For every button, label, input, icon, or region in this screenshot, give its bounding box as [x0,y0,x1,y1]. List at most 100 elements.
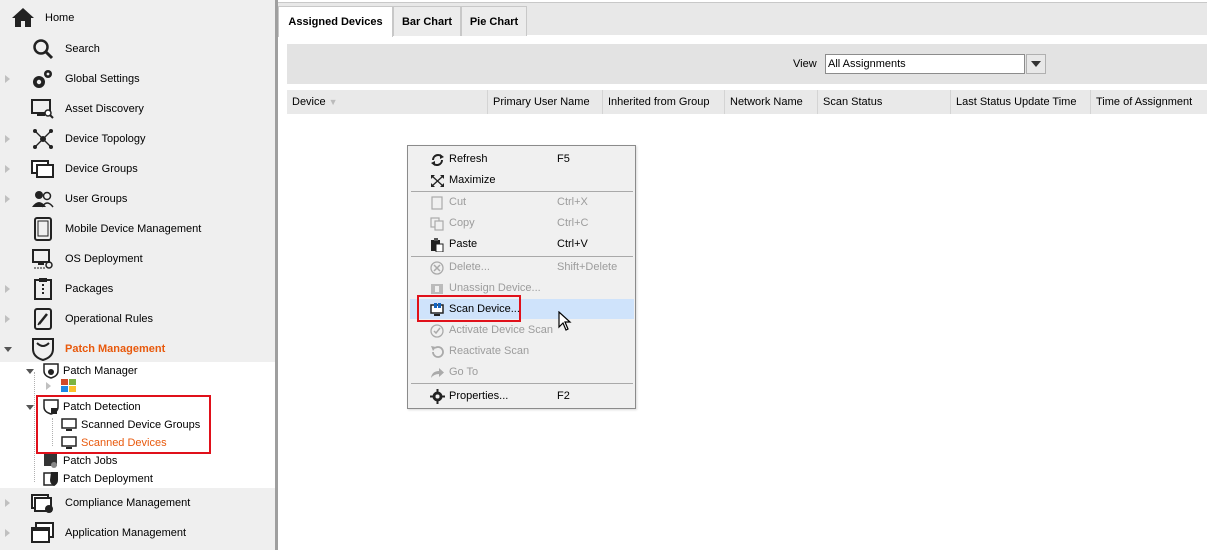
menu-item-label: Paste [449,238,478,250]
chevron-down-icon[interactable] [1026,54,1046,74]
collapse-icon[interactable] [26,405,34,410]
menu-item-properties[interactable]: Properties... F2 [410,386,634,406]
sidebar-item-user-groups[interactable]: User Groups [0,184,275,214]
navigation-sidebar: Home Search Global Settings Asset Discov… [0,0,278,550]
expand-icon[interactable] [5,499,10,507]
menu-item-label: Properties... [449,390,509,402]
column-header-scan-status[interactable]: Scan Status [818,90,951,114]
sidebar-item-asset-discovery[interactable]: Asset Discovery [0,94,275,124]
copy-icon [429,216,445,231]
menu-item-shortcut: F2 [557,390,570,402]
menu-item-activate-device-scan[interactable]: Activate Device Scan [410,320,634,340]
column-header-inherited-from-group[interactable]: Inherited from Group [603,90,725,114]
menu-item-reactivate-scan[interactable]: Reactivate Scan [410,341,634,361]
sidebar-home[interactable]: Home [0,0,275,34]
tab-assigned-devices[interactable]: Assigned Devices [278,6,393,37]
deploy-icon [31,248,55,270]
patch-deployment-icon [42,471,60,486]
menu-item-go-to[interactable]: Go To [410,362,634,382]
package-icon [31,278,55,300]
view-select[interactable]: All Assignments [825,54,1025,74]
mouse-cursor-icon [558,310,572,334]
goto-icon [429,365,445,380]
sidebar-item-label: Device Topology [65,133,146,145]
expand-icon[interactable] [46,382,51,390]
sidebar-item-patch-management[interactable]: Patch Management [0,334,275,362]
menu-item-label: Cut [449,196,467,208]
expand-icon[interactable] [5,135,10,143]
tab-pie-chart[interactable]: Pie Chart [461,6,527,36]
tab-bar: Assigned Devices Bar Chart Pie Chart [278,2,1207,37]
sidebar-item-os-deployment[interactable]: OS Deployment [0,244,275,274]
gear-icon [429,389,445,404]
sidebar-item-mobile-device-management[interactable]: Mobile Device Management [0,214,275,244]
tree-node-patch-jobs[interactable]: Patch Jobs [42,452,117,469]
gears-icon [31,68,55,90]
menu-item-label: Maximize [449,174,496,186]
sidebar-item-compliance-management[interactable]: Compliance Management [0,488,275,518]
column-header-network-name[interactable]: Network Name [725,90,818,114]
tree-node-patch-manager[interactable]: Patch Manager [42,362,138,379]
sidebar-item-application-management[interactable]: Application Management [0,518,275,550]
menu-item-delete[interactable]: Delete... Shift+Delete [410,257,634,277]
menu-item-cut[interactable]: Cut Ctrl+X [410,192,634,212]
expand-icon[interactable] [5,315,10,323]
tree-guide-line [34,372,35,482]
menu-item-label: Activate Device Scan [449,324,553,336]
sidebar-item-search[interactable]: Search [0,34,275,64]
column-header-device[interactable]: Device ▼ [287,90,488,114]
sidebar-item-global-settings[interactable]: Global Settings [0,64,275,94]
sidebar-item-label: Device Groups [65,163,138,175]
expand-icon[interactable] [5,195,10,203]
menu-item-maximize[interactable]: Maximize [410,170,634,190]
sidebar-item-packages[interactable]: Packages [0,274,275,304]
home-label: Home [45,12,75,24]
expand-icon[interactable] [5,285,10,293]
tab-bar-chart[interactable]: Bar Chart [393,6,461,36]
refresh-icon [429,152,445,167]
cut-icon [429,195,445,210]
shield-icon [31,338,55,361]
menu-item-shortcut: Ctrl+X [557,196,588,208]
patch-manager-icon [42,362,60,379]
column-header-primary-user-name[interactable]: Primary User Name [488,90,603,114]
home-icon [10,6,36,31]
topology-icon [31,128,55,150]
search-icon [31,38,55,60]
sidebar-item-label: Asset Discovery [65,103,144,115]
collapse-icon[interactable] [4,347,12,356]
sidebar-item-operational-rules[interactable]: Operational Rules [0,304,275,334]
monitors-icon [31,158,55,180]
column-header-label: Device [292,96,326,108]
tablet-icon [31,217,55,241]
tree-node-patch-deployment[interactable]: Patch Deployment [42,470,153,487]
monitor-search-icon [31,98,55,120]
maximize-icon [429,173,445,188]
menu-item-label: Delete... [449,261,490,273]
sidebar-item-label: Application Management [65,527,187,539]
expand-icon[interactable] [5,165,10,173]
tree-node-label: Patch Jobs [63,454,118,467]
application-icon [31,522,55,544]
users-icon [31,188,55,210]
sidebar-item-device-groups[interactable]: Device Groups [0,154,275,184]
expand-icon[interactable] [5,75,10,83]
sidebar-item-label: Packages [65,283,114,295]
menu-item-shortcut: F5 [557,153,570,165]
menu-item-copy[interactable]: Copy Ctrl+C [410,213,634,233]
column-header-last-status-update-time[interactable]: Last Status Update Time [951,90,1091,114]
menu-item-refresh[interactable]: Refresh F5 [410,149,634,169]
menu-item-label: Unassign Device... [449,282,541,294]
sidebar-item-label: Mobile Device Management [65,223,202,235]
menu-item-label: Reactivate Scan [449,345,530,357]
collapse-icon[interactable] [26,369,34,374]
sidebar-item-device-topology[interactable]: Device Topology [0,124,275,154]
grid-header: Device ▼ Primary User Name Inherited from… [287,90,1207,114]
sidebar-item-label: Compliance Management [65,497,191,509]
expand-icon[interactable] [5,529,10,537]
menu-item-paste[interactable]: Paste Ctrl+V [410,234,634,254]
column-header-time-of-assignment[interactable]: Time of Assignment [1091,90,1207,114]
sidebar-item-label: Search [65,43,100,55]
sidebar-item-label: OS Deployment [65,253,143,265]
menu-item-label: Refresh [449,153,488,165]
